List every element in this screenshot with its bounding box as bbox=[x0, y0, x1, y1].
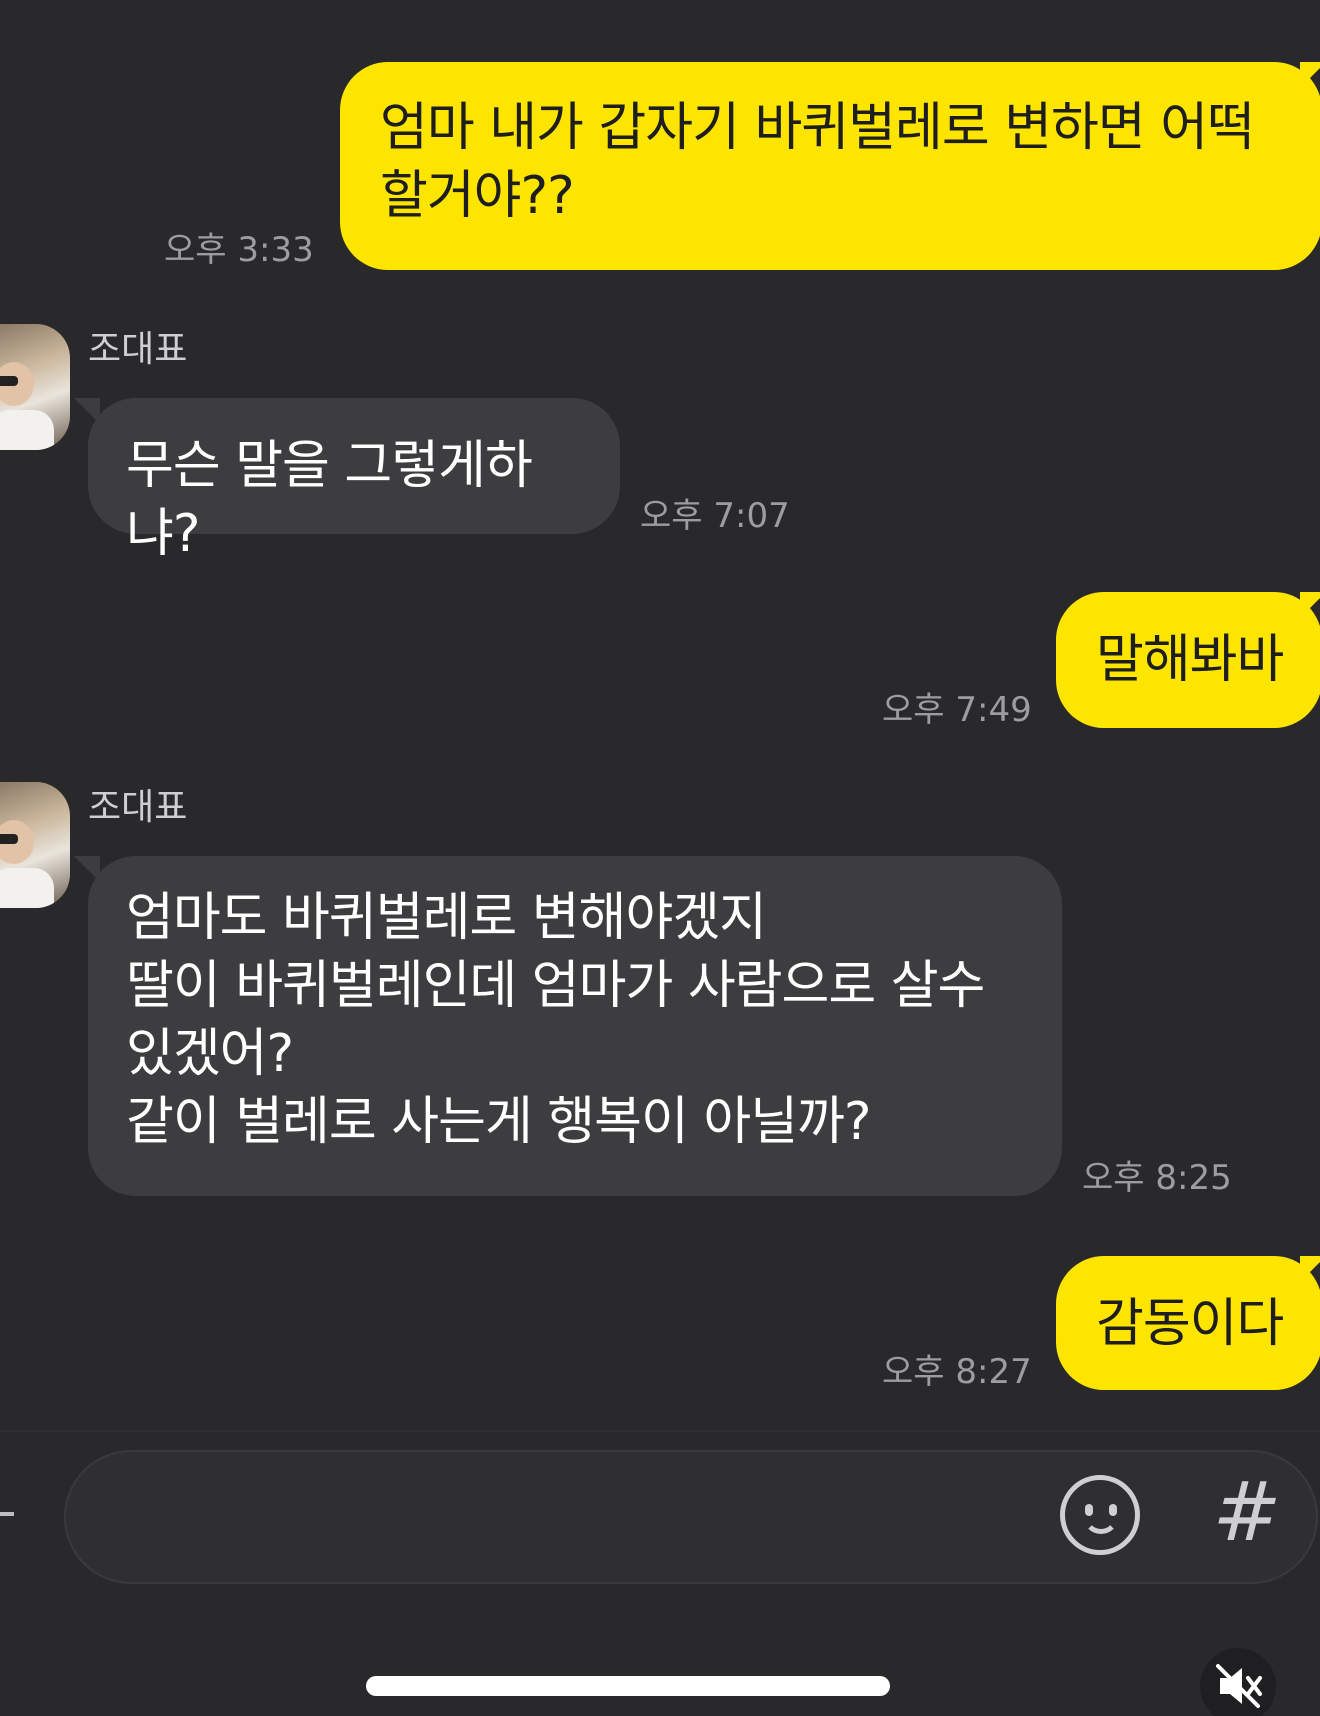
avatar-body bbox=[0, 868, 54, 908]
other-message-bubble[interactable]: 엄마도 바퀴벌레로 변해야겠지 딸이 바퀴벌레인데 엄마가 사람으로 살수 있겠… bbox=[88, 856, 1062, 1196]
mute-icon[interactable] bbox=[1200, 1648, 1276, 1716]
mute-icon-glyph bbox=[1216, 1664, 1262, 1708]
avatar-glasses bbox=[0, 834, 18, 844]
bubble-tail bbox=[1300, 62, 1320, 88]
message-time: 오후 7:07 bbox=[640, 496, 790, 536]
avatar[interactable] bbox=[0, 782, 70, 908]
sender-name: 조대표 bbox=[88, 787, 188, 828]
emoji-mouth bbox=[1083, 1510, 1119, 1534]
my-message-bubble[interactable]: 말해봐바 bbox=[1056, 592, 1320, 728]
hashtag-icon[interactable]: # bbox=[1212, 1468, 1282, 1558]
message-time: 오후 7:49 bbox=[882, 690, 1032, 730]
plus-icon[interactable] bbox=[0, 1512, 14, 1516]
sender-name: 조대표 bbox=[88, 329, 188, 370]
avatar[interactable] bbox=[0, 324, 70, 450]
other-message-bubble[interactable]: 무슨 말을 그렇게하냐? bbox=[88, 398, 620, 564]
message-time: 오후 8:25 bbox=[1082, 1158, 1232, 1198]
bubble-tail bbox=[1300, 1256, 1320, 1282]
input-bar: # bbox=[0, 1430, 1320, 1716]
bubble-tail bbox=[1300, 592, 1320, 618]
message-time: 오후 3:33 bbox=[164, 230, 314, 270]
home-indicator[interactable] bbox=[366, 1676, 890, 1696]
my-message-bubble[interactable]: 엄마 내가 갑자기 바퀴벌레로 변하면 어떡 할거야?? bbox=[340, 62, 1320, 270]
emoji-icon[interactable] bbox=[1060, 1475, 1140, 1555]
my-message-bubble[interactable]: 감동이다 bbox=[1056, 1256, 1320, 1390]
chat-screen: 엄마 내가 갑자기 바퀴벌레로 변하면 어떡 할거야?? 오후 3:33 조대표… bbox=[0, 0, 1320, 1716]
avatar-body bbox=[0, 410, 54, 450]
message-time: 오후 8:27 bbox=[882, 1352, 1032, 1392]
avatar-glasses bbox=[0, 376, 18, 386]
divider bbox=[0, 1430, 1320, 1432]
